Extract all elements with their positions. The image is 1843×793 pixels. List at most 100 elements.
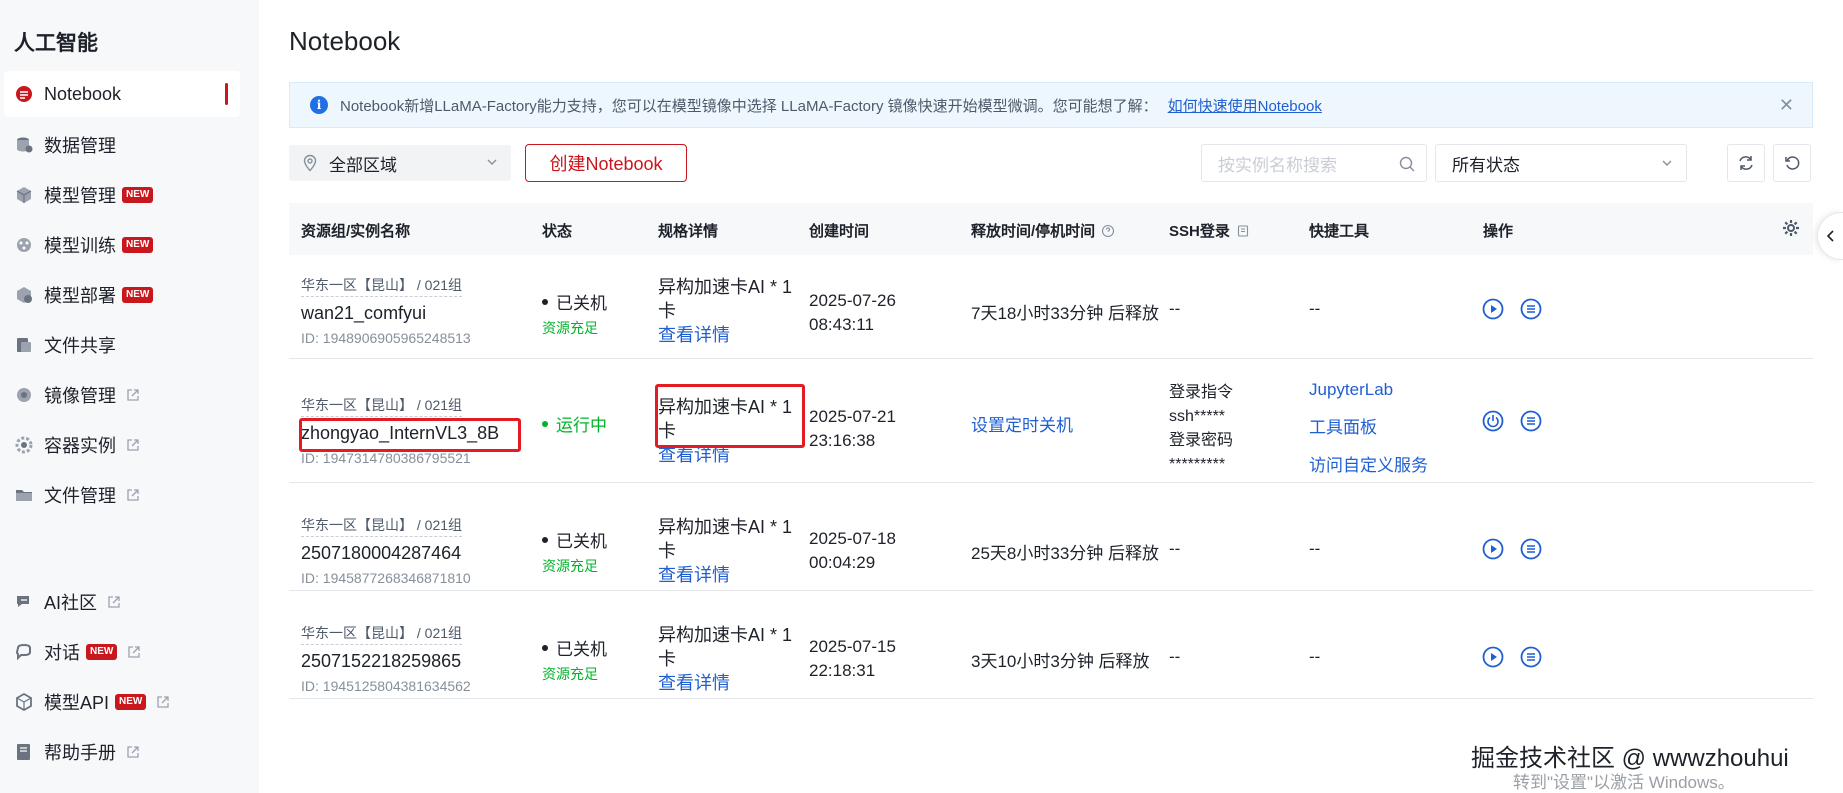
- external-link-icon: [126, 745, 140, 759]
- ssh-login: 登录指令 ssh***** 登录密码 *********: [1169, 381, 1233, 477]
- table-row: 华东一区【昆山】 / 021组 2507180004287464 ID: 194…: [289, 483, 1813, 591]
- status-badge: 已关机: [542, 527, 607, 552]
- gear-icon[interactable]: [1781, 218, 1801, 238]
- share-icon: [14, 335, 34, 355]
- power-icon[interactable]: [1481, 409, 1505, 433]
- refresh-icon: [1739, 156, 1753, 170]
- sidebar-item-images[interactable]: 镜像管理: [4, 372, 240, 418]
- sidebar-item-label: 模型训练: [44, 236, 116, 256]
- custom-service-link[interactable]: 访问自定义服务: [1309, 447, 1428, 485]
- status-filter-select[interactable]: 所有状态: [1435, 144, 1687, 182]
- column-header-ops: 操作: [1483, 223, 1514, 240]
- sidebar-item-notebook[interactable]: Notebook: [4, 71, 240, 117]
- sidebar-item-containers[interactable]: 容器实例: [4, 422, 240, 468]
- resource-group[interactable]: 华东一区【昆山】 / 021组: [301, 515, 463, 537]
- menu-list-icon[interactable]: [1519, 537, 1543, 561]
- sidebar-item-chat[interactable]: 对话 NEW: [4, 629, 240, 675]
- resource-group[interactable]: 华东一区【昆山】 / 021组: [301, 623, 463, 645]
- location-pin-icon: [303, 154, 317, 172]
- ssh-command[interactable]: ssh*****: [1169, 405, 1233, 429]
- resource-status: 资源充足: [542, 320, 598, 336]
- collapse-handle[interactable]: [1817, 212, 1843, 260]
- row-actions: [1481, 297, 1543, 321]
- view-details-link[interactable]: 查看详情: [658, 671, 798, 695]
- ssh-command-label: 登录指令: [1169, 384, 1234, 401]
- schedule-shutdown-link[interactable]: 设置定时关机: [971, 411, 1073, 436]
- resource-group[interactable]: 华东一区【昆山】 / 021组: [301, 275, 463, 297]
- table-header: 资源组/实例名称 状态 规格详情 创建时间 释放时间/停机时间 SSH登录 快捷…: [289, 203, 1813, 255]
- new-badge: NEW: [122, 287, 154, 303]
- reset-button[interactable]: [1773, 144, 1811, 182]
- tool-panel-link[interactable]: 工具面板: [1309, 409, 1428, 447]
- instance-id: ID: 1947314780386795521: [301, 450, 471, 466]
- sidebar-item-deploy[interactable]: 模型部署 NEW: [4, 272, 240, 318]
- database-icon: [14, 135, 34, 155]
- main-content: Notebook i Notebook新增LLaMA-Factory能力支持，您…: [259, 0, 1843, 793]
- copy-icon[interactable]: [1236, 224, 1250, 238]
- chevron-left-icon: [1826, 230, 1834, 242]
- external-link-icon: [126, 488, 140, 502]
- ssh-password[interactable]: *********: [1169, 453, 1233, 477]
- play-icon[interactable]: [1481, 645, 1505, 669]
- training-icon: [14, 235, 34, 255]
- resource-group[interactable]: 华东一区【昆山】 / 021组: [301, 395, 463, 417]
- sidebar-item-label: 帮助手册: [44, 743, 116, 763]
- instance-name[interactable]: 2507152218259865: [301, 651, 471, 672]
- sidebar-item-community[interactable]: AI社区: [4, 579, 240, 625]
- close-icon[interactable]: ✕: [1779, 95, 1794, 116]
- search-placeholder: 按实例名称搜索: [1218, 155, 1337, 175]
- column-header-spec: 规格详情: [658, 223, 719, 240]
- release-time: 7天18小时33分钟 后释放: [971, 304, 1159, 323]
- ssh-login: --: [1169, 647, 1181, 666]
- instance-id: ID: 1948906905965248513: [301, 330, 471, 346]
- created-date: 2025-07-15: [809, 637, 896, 656]
- sidebar-item-help[interactable]: 帮助手册: [4, 729, 240, 775]
- ssh-login: --: [1169, 539, 1181, 558]
- sidebar-title: 人工智能: [14, 32, 98, 55]
- sidebar-item-files[interactable]: 文件管理: [4, 472, 240, 518]
- spec-text: 异构加速卡AI * 1: [658, 277, 793, 297]
- created-date: 2025-07-21: [809, 407, 896, 426]
- sidebar-item-label: Notebook: [44, 83, 122, 104]
- instance-name[interactable]: wan21_comfyui: [301, 303, 471, 324]
- search-input[interactable]: 按实例名称搜索: [1201, 144, 1427, 182]
- sidebar-item-label: 模型API: [44, 693, 110, 713]
- play-icon[interactable]: [1481, 537, 1505, 561]
- create-notebook-button[interactable]: 创建Notebook: [525, 144, 687, 182]
- spec-text-cont: 卡: [658, 301, 676, 321]
- external-link-icon: [107, 595, 121, 609]
- chevron-down-icon: [1662, 160, 1672, 166]
- search-icon[interactable]: [1398, 155, 1416, 173]
- chat-icon: [14, 642, 34, 662]
- region-select[interactable]: 全部区域: [289, 145, 511, 181]
- external-link-icon: [126, 438, 140, 452]
- ssh-password-label: 登录密码: [1169, 432, 1234, 449]
- region-value: 全部区域: [329, 155, 397, 175]
- column-header-state: 状态: [542, 223, 573, 240]
- help-circle-icon[interactable]: [1101, 224, 1115, 238]
- column-header-ssh: SSH登录: [1169, 220, 1250, 241]
- refresh-button[interactable]: [1727, 144, 1765, 182]
- instance-name[interactable]: 2507180004287464: [301, 543, 471, 564]
- view-details-link[interactable]: 查看详情: [658, 563, 798, 587]
- row-actions: [1481, 645, 1543, 669]
- deploy-icon: [14, 285, 34, 305]
- menu-list-icon[interactable]: [1519, 409, 1543, 433]
- notebook-icon: [14, 84, 34, 104]
- sidebar-item-label: 文件管理: [44, 486, 116, 506]
- created-date: 2025-07-26: [809, 291, 896, 310]
- sidebar-item-label: 对话: [44, 643, 80, 663]
- sidebar-item-model-api[interactable]: 模型API NEW: [4, 679, 240, 725]
- menu-list-icon[interactable]: [1519, 297, 1543, 321]
- notice-link[interactable]: 如何快速使用Notebook: [1168, 95, 1322, 116]
- menu-list-icon[interactable]: [1519, 645, 1543, 669]
- sidebar-item-training[interactable]: 模型训练 NEW: [4, 222, 240, 268]
- view-details-link[interactable]: 查看详情: [658, 323, 798, 347]
- jupyterlab-link[interactable]: JupyterLab: [1309, 371, 1428, 409]
- sidebar-item-models[interactable]: 模型管理 NEW: [4, 172, 240, 218]
- play-icon[interactable]: [1481, 297, 1505, 321]
- sidebar-item-share[interactable]: 文件共享: [4, 322, 240, 368]
- sidebar: 人工智能 Notebook 数据管理 模型管理 NEW 模型训练 NEW 模型部…: [0, 0, 259, 793]
- notice-text: Notebook新增LLaMA-Factory能力支持，您可以在模型镜像中选择 …: [340, 97, 1158, 115]
- sidebar-item-data[interactable]: 数据管理: [4, 122, 240, 168]
